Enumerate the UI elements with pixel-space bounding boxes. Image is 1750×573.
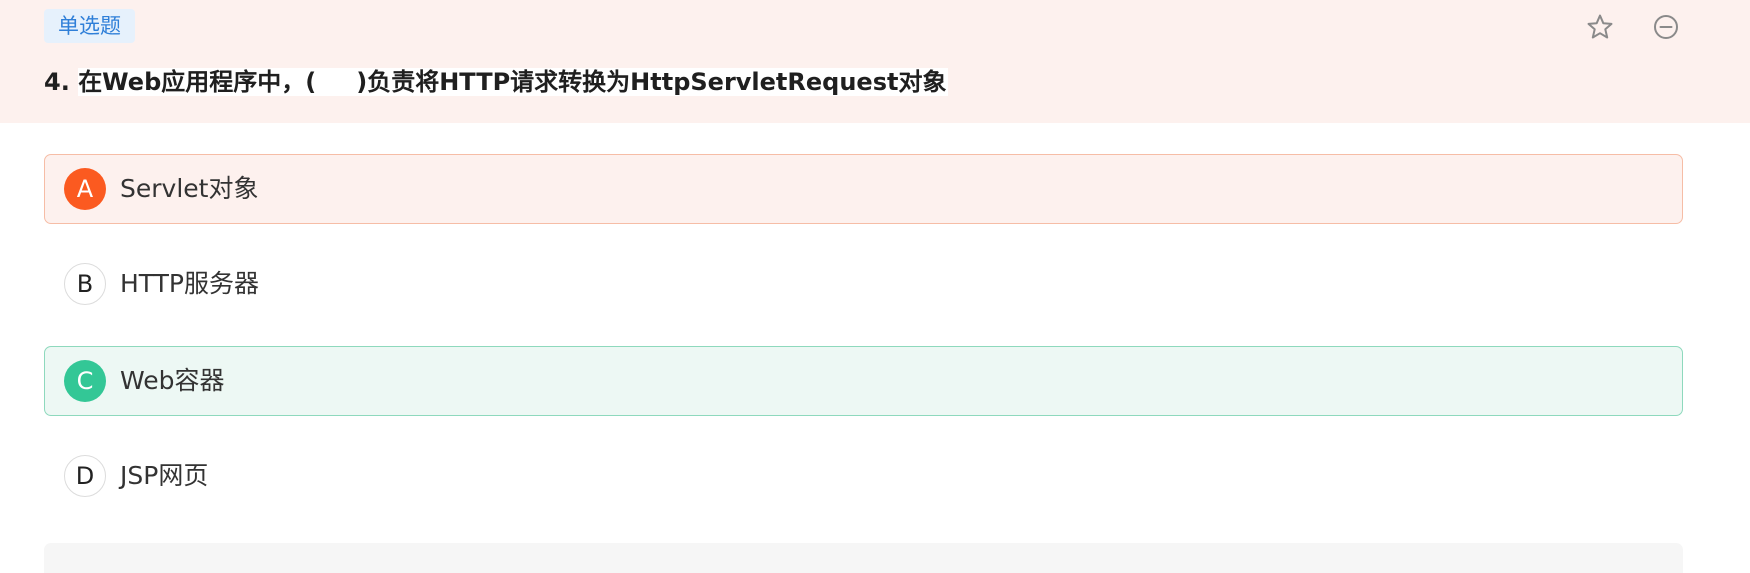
- question-stem: 4. 在Web应用程序中，( )负责将HTTP请求转换为HttpServletRe…: [44, 64, 949, 100]
- option-text: HTTP服务器: [120, 269, 259, 298]
- answer-analysis-panel: [44, 543, 1683, 573]
- option-letter: A: [64, 168, 106, 210]
- option-text: Servlet对象: [120, 174, 259, 203]
- option-text: Web容器: [120, 366, 225, 395]
- question-card: 单选题 4. 在Web应用程序中，( )负责将HTTP请求转换为HttpServl…: [0, 0, 1750, 573]
- option-c[interactable]: C Web容器: [44, 346, 1683, 416]
- option-b[interactable]: B HTTP服务器: [44, 249, 1683, 319]
- question-text-before: 在Web应用程序中，(: [78, 68, 317, 96]
- question-text-after: )负责将HTTP请求转换为HttpServletRequest对象: [356, 68, 947, 96]
- question-header: 单选题 4. 在Web应用程序中，( )负责将HTTP请求转换为HttpServl…: [0, 0, 1750, 123]
- option-letter: B: [64, 263, 106, 305]
- question-number: 4.: [44, 68, 70, 96]
- star-icon[interactable]: [1586, 13, 1614, 41]
- option-text: JSP网页: [120, 461, 209, 490]
- remove-icon[interactable]: [1652, 13, 1680, 41]
- option-letter: C: [64, 360, 106, 402]
- option-letter: D: [64, 455, 106, 497]
- question-type-badge: 单选题: [44, 9, 135, 43]
- option-a[interactable]: A Servlet对象: [44, 154, 1683, 224]
- question-text: 在Web应用程序中，( )负责将HTTP请求转换为HttpServletReque…: [78, 68, 949, 96]
- option-d[interactable]: D JSP网页: [44, 441, 1683, 511]
